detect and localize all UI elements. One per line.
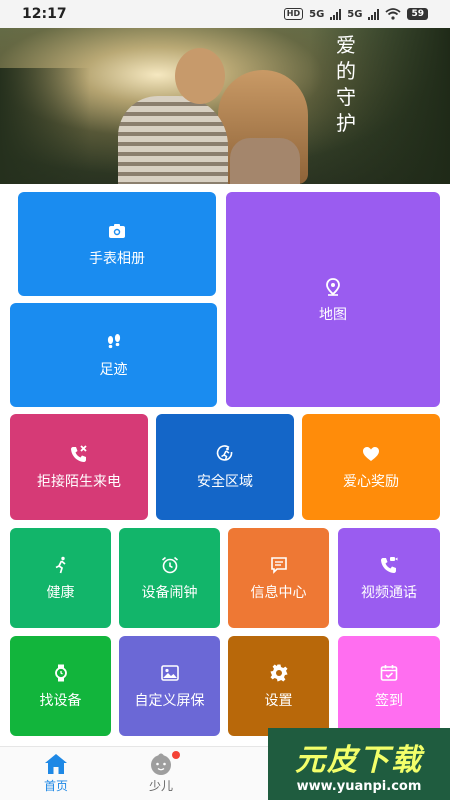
love-reward-label: 爱心奖励	[343, 474, 399, 490]
network-5g-1: 5G	[309, 8, 325, 20]
safe-zone-label: 安全区域	[197, 474, 253, 490]
alarm-clock-icon	[159, 554, 181, 576]
messages-tile[interactable]: 信息中心	[228, 528, 329, 628]
message-icon	[268, 554, 290, 576]
footprint-tile[interactable]: 足迹	[10, 303, 217, 407]
reject-calls-label: 拒接陌生来电	[37, 474, 121, 490]
health-tile[interactable]: 健康	[10, 528, 111, 628]
nav-child-label: 少儿	[148, 779, 173, 793]
banner-title: 爱的守护	[336, 33, 356, 135]
gear-icon	[268, 662, 290, 684]
map-label: 地图	[319, 306, 347, 323]
heart-icon	[360, 443, 382, 465]
video-call-tile[interactable]: 视频通话	[338, 528, 440, 628]
checkin-label: 签到	[375, 693, 403, 709]
running-icon	[50, 554, 72, 576]
album-tile[interactable]: 手表相册	[18, 192, 216, 296]
status-bar: 12:17 HD 5G 5G 59	[0, 0, 450, 28]
notification-dot	[172, 751, 180, 759]
nav-home-label: 首页	[43, 779, 68, 793]
location-pin-icon	[322, 276, 344, 298]
shield-runner-icon	[214, 443, 236, 465]
watermark-logo: 元皮下载 www.yuanpi.com	[268, 728, 450, 800]
signal-icon	[330, 8, 342, 20]
album-label: 手表相册	[89, 251, 145, 267]
reject-calls-tile[interactable]: 拒接陌生来电	[10, 414, 148, 520]
checkin-tile[interactable]: 签到	[338, 636, 440, 736]
messages-label: 信息中心	[250, 585, 307, 601]
screensaver-label: 自定义屏保	[134, 693, 205, 709]
settings-label: 设置	[264, 693, 293, 709]
find-device-label: 找设备	[39, 693, 82, 709]
footprint-label: 足迹	[99, 362, 128, 378]
nav-child[interactable]: 少儿	[121, 751, 201, 794]
watermark-title: 元皮下载	[295, 742, 423, 778]
alarm-tile[interactable]: 设备闹钟	[119, 528, 220, 628]
battery-icon: 59	[407, 8, 428, 20]
settings-tile[interactable]: 设置	[228, 636, 329, 736]
watermark-url: www.yuanpi.com	[296, 778, 422, 794]
video-call-icon	[378, 554, 400, 576]
nav-home[interactable]: 首页	[16, 751, 96, 794]
find-device-tile[interactable]: 找设备	[10, 636, 111, 736]
banner-image: 爱的守护	[0, 28, 450, 184]
map-tile[interactable]: 地图	[226, 192, 440, 407]
wifi-icon	[385, 8, 402, 20]
status-icons: HD 5G 5G 59	[283, 8, 428, 20]
home-icon	[43, 751, 69, 777]
status-time: 12:17	[22, 6, 67, 22]
signal-icon	[368, 8, 380, 20]
video-call-label: 视频通话	[361, 585, 417, 601]
image-icon	[159, 662, 181, 684]
watch-icon	[50, 662, 72, 684]
calendar-check-icon	[378, 662, 400, 684]
safe-zone-tile[interactable]: 安全区域	[156, 414, 294, 520]
camera-icon	[106, 220, 128, 242]
phone-blocked-icon	[68, 443, 90, 465]
health-label: 健康	[46, 585, 75, 601]
network-5g-2: 5G	[347, 8, 363, 20]
screensaver-tile[interactable]: 自定义屏保	[119, 636, 220, 736]
love-reward-tile[interactable]: 爱心奖励	[302, 414, 440, 520]
footprints-icon	[103, 331, 125, 353]
child-avatar-icon	[148, 751, 180, 777]
alarm-label: 设备闹钟	[141, 585, 198, 601]
hd-badge: HD	[283, 8, 304, 20]
